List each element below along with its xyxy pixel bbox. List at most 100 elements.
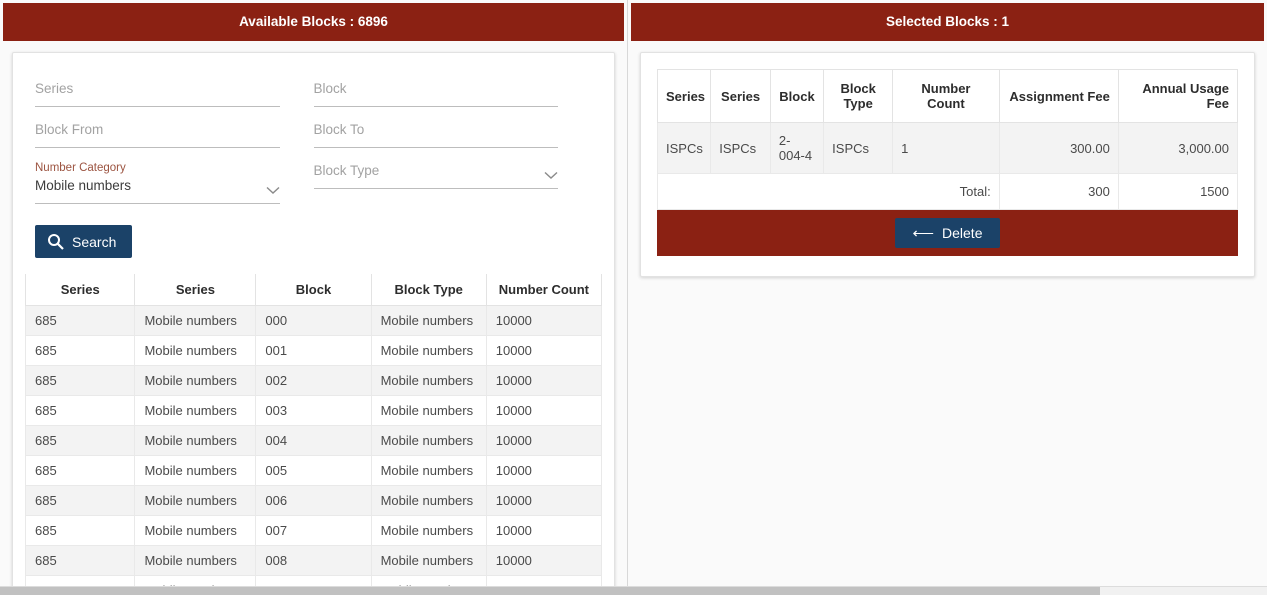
- cell-series-2: Mobile numbers: [134, 335, 257, 366]
- scrollbar-thumb[interactable]: [0, 587, 1100, 595]
- chevron-down-icon: [266, 186, 280, 195]
- block-to-field: Block To: [313, 120, 593, 148]
- block-placeholder: Block: [313, 81, 347, 96]
- selected-blocks-card: Series Series Block Block Type Number Co…: [640, 52, 1255, 277]
- delete-button-label: Delete: [942, 225, 983, 241]
- table-row[interactable]: 685 Mobile numbers 001 Mobile numbers 10000: [24, 335, 603, 366]
- cell-series-2: Mobile numbers: [134, 365, 257, 396]
- cell-number-count: 10000: [485, 335, 603, 366]
- cell-block-type: Mobile numbers: [370, 515, 487, 546]
- cell-series-2: Mobile numbers: [134, 515, 257, 546]
- table-row[interactable]: ISPCs ISPCs 2-004-4 ISPCs 1 300.00 3,000…: [656, 122, 1239, 174]
- search-button-label: Search: [72, 233, 117, 250]
- selected-blocks-table-body: ISPCs ISPCs 2-004-4 ISPCs 1 300.00 3,000…: [656, 122, 1239, 210]
- cell-series-2: Mobile numbers: [134, 425, 257, 456]
- cell-block-type: Mobile numbers: [370, 455, 487, 486]
- page-root: Available Blocks : 6896 Series Block Blo…: [0, 0, 1267, 595]
- column-header-annual-usage-fee[interactable]: Annual Usage Fee: [1117, 69, 1239, 123]
- cell-assignment-fee: 300.00: [998, 122, 1119, 174]
- cell-block-type: Mobile numbers: [370, 395, 487, 426]
- cell-block: 006: [255, 485, 372, 516]
- search-button[interactable]: Search: [35, 225, 133, 258]
- cell-series-1: 685: [24, 335, 136, 366]
- cell-series-1: 685: [24, 545, 136, 576]
- block-type-select[interactable]: Block Type: [313, 161, 558, 189]
- series-field: Series: [35, 79, 314, 107]
- column-header-series-1[interactable]: Series: [656, 69, 712, 123]
- block-to-input[interactable]: Block To: [313, 120, 558, 148]
- cell-block-type: Mobile numbers: [370, 425, 487, 456]
- column-header-assignment-fee[interactable]: Assignment Fee: [998, 69, 1119, 123]
- number-category-value: Mobile numbers: [35, 178, 132, 193]
- cell-series-1: 685: [24, 485, 136, 516]
- table-row[interactable]: 685 Mobile numbers 007 Mobile numbers 10000: [24, 515, 603, 546]
- selected-blocks-table: Series Series Block Block Type Number Co…: [656, 69, 1239, 210]
- block-from-placeholder: Block From: [35, 122, 104, 137]
- column-header-series-2[interactable]: Series: [134, 274, 257, 306]
- cell-block: 2-004-4: [769, 122, 825, 174]
- cell-block: 001: [255, 335, 372, 366]
- cell-block-type: ISPCs: [823, 122, 894, 174]
- block-from-input[interactable]: Block From: [35, 120, 280, 148]
- column-header-series-1[interactable]: Series: [24, 274, 136, 306]
- cell-block: 007: [255, 515, 372, 546]
- cell-block-type: Mobile numbers: [370, 545, 487, 576]
- block-to-placeholder: Block To: [313, 122, 365, 137]
- available-blocks-count: 6896: [357, 14, 388, 29]
- table-row[interactable]: 685 Mobile numbers 004 Mobile numbers 10000: [24, 425, 603, 456]
- cell-block: 003: [255, 395, 372, 426]
- cell-series-1: 685: [24, 455, 136, 486]
- table-header-row: Series Series Block Block Type Number Co…: [24, 274, 603, 306]
- total-label: Total:: [657, 173, 1000, 210]
- table-row[interactable]: 685 Mobile numbers 008 Mobile numbers 10000: [24, 545, 603, 576]
- column-header-block[interactable]: Block: [769, 69, 825, 123]
- cell-series-2: Mobile numbers: [134, 305, 257, 336]
- cell-block-type: Mobile numbers: [370, 365, 487, 396]
- column-header-number-count[interactable]: Number Count: [485, 274, 603, 306]
- block-type-field: Block Type: [313, 161, 593, 204]
- number-category-label: Number Category: [35, 162, 126, 174]
- cell-series-1: 685: [24, 365, 136, 396]
- cell-number-count: 10000: [485, 545, 603, 576]
- number-category-field: Number Category Mobile numbers: [35, 161, 314, 204]
- column-header-number-count[interactable]: Number Count: [892, 69, 1000, 123]
- series-placeholder: Series: [35, 81, 74, 96]
- series-input[interactable]: Series: [35, 79, 280, 107]
- cell-number-count: 1: [892, 122, 1000, 174]
- table-row[interactable]: 685 Mobile numbers 003 Mobile numbers 10000: [24, 395, 603, 426]
- available-blocks-card: Series Block Block From Block To Number …: [12, 52, 615, 595]
- block-input[interactable]: Block: [313, 79, 558, 107]
- column-header-block[interactable]: Block: [255, 274, 372, 306]
- table-row[interactable]: 685 Mobile numbers 005 Mobile numbers 10000: [24, 455, 603, 486]
- cell-block: 005: [255, 455, 372, 486]
- table-row[interactable]: 685 Mobile numbers 002 Mobile numbers 10000: [24, 365, 603, 396]
- cell-number-count: 10000: [485, 485, 603, 516]
- chevron-down-icon: [544, 171, 558, 180]
- cell-series-2: Mobile numbers: [134, 545, 257, 576]
- table-total-row: Total: 300 1500: [657, 173, 1239, 210]
- number-category-select[interactable]: Mobile numbers: [35, 176, 280, 204]
- cell-number-count: 10000: [485, 455, 603, 486]
- available-blocks-panel: Available Blocks : 6896 Series Block Blo…: [0, 0, 628, 595]
- cell-block-type: Mobile numbers: [370, 335, 487, 366]
- cell-series-2: Mobile numbers: [134, 485, 257, 516]
- delete-button[interactable]: ⟵ Delete: [894, 218, 1001, 248]
- block-from-field: Block From: [35, 120, 314, 148]
- cell-block-type: Mobile numbers: [370, 305, 487, 336]
- column-header-block-type[interactable]: Block Type: [823, 69, 894, 123]
- cell-series-1: ISPCs: [656, 122, 712, 174]
- column-header-block-type[interactable]: Block Type: [370, 274, 487, 306]
- column-header-series-2[interactable]: Series: [710, 69, 771, 123]
- cell-series-1: 685: [24, 515, 136, 546]
- cell-series-2: Mobile numbers: [134, 455, 257, 486]
- block-field: Block: [313, 79, 593, 107]
- table-row[interactable]: 685 Mobile numbers 000 Mobile numbers 10000: [24, 305, 603, 336]
- cell-series-1: 685: [24, 305, 136, 336]
- horizontal-scrollbar[interactable]: [0, 586, 1267, 595]
- table-header-row: Series Series Block Block Type Number Co…: [656, 69, 1239, 123]
- available-blocks-table: Series Series Block Block Type Number Co…: [24, 274, 603, 595]
- table-row[interactable]: 685 Mobile numbers 006 Mobile numbers 10000: [24, 485, 603, 516]
- cell-series-1: 685: [24, 425, 136, 456]
- search-form: Series Block Block From Block To Number …: [13, 53, 614, 217]
- cell-series-1: 685: [24, 395, 136, 426]
